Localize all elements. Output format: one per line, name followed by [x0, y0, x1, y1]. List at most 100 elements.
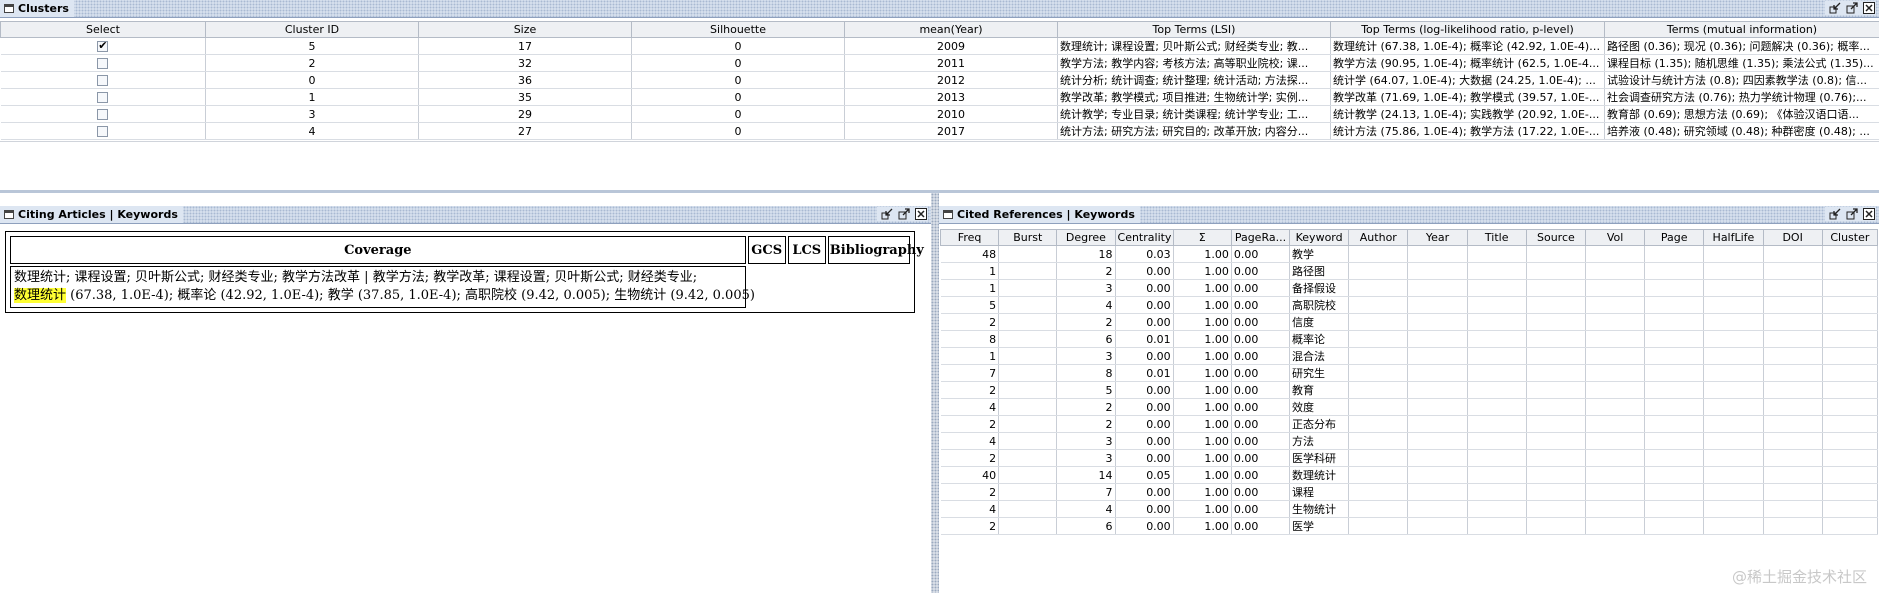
table-row[interactable]: 1 3 0.00 1.00 0.00 混合法	[940, 347, 1879, 365]
cluster-mi: 社会调查研究方法 (0.76); 热力学统计物理 (0.76);...	[1604, 88, 1879, 106]
pagerank-cell: 0.00	[1231, 466, 1291, 484]
freq-cell: 1	[940, 279, 1000, 297]
sigma-cell: 1.00	[1173, 432, 1232, 450]
table-row[interactable]: 1 3 0.00 1.00 0.00 备择假设	[940, 279, 1879, 297]
cluster-row[interactable]: 2 32 0 2011 教学方法; 教学内容; 考核方法; 高等职业院校; 课.…	[0, 54, 1879, 72]
horizontal-splitter[interactable]	[0, 190, 1879, 193]
citing-titlebar[interactable]: Citing Articles | Keywords	[0, 206, 931, 224]
col-gcs[interactable]: GCS	[747, 236, 786, 264]
col-mean-year[interactable]: mean(Year)	[844, 21, 1058, 38]
close-icon[interactable]	[1862, 1, 1876, 15]
col-coverage[interactable]: Coverage	[10, 236, 746, 264]
cluster-row[interactable]: 4 27 0 2017 统计方法; 研究方法; 研究目的; 改革开放; 内容分.…	[0, 122, 1879, 140]
cited-titlebar[interactable]: Cited References | Keywords	[939, 206, 1879, 224]
table-row[interactable]: 2 7 0.00 1.00 0.00 课程	[940, 483, 1879, 501]
keyword-cell: 路径图	[1289, 262, 1350, 280]
select-checkbox[interactable]	[97, 75, 109, 86]
halflife-cell	[1703, 432, 1764, 450]
undock-icon[interactable]	[897, 207, 911, 221]
table-row[interactable]: 48 18 0.03 1.00 0.00 教学	[940, 245, 1879, 263]
halflife-cell	[1703, 364, 1764, 382]
col-size[interactable]: Size	[418, 21, 632, 38]
source-cell	[1526, 432, 1586, 450]
select-cell[interactable]	[0, 54, 206, 72]
sigma-cell: 1.00	[1173, 415, 1232, 433]
table-row[interactable]: 4 2 0.00 1.00 0.00 效度	[940, 398, 1879, 416]
col-cluster-id[interactable]: Cluster ID	[205, 21, 419, 38]
undock-icon[interactable]	[1845, 207, 1859, 221]
close-icon[interactable]	[914, 207, 928, 221]
cluster-id: 2	[205, 54, 419, 72]
col-burst[interactable]: Burst	[998, 229, 1058, 246]
dock-icon[interactable]	[1828, 1, 1842, 15]
table-row[interactable]: 4 3 0.00 1.00 0.00 方法	[940, 432, 1879, 450]
col-pagerank[interactable]: PageRa...	[1230, 229, 1291, 246]
table-row[interactable]: 2 6 0.00 1.00 0.00 医学	[940, 517, 1879, 535]
col-cluster[interactable]: Cluster	[1821, 229, 1879, 246]
dock-icon[interactable]	[1828, 207, 1842, 221]
vertical-splitter[interactable]	[931, 193, 939, 593]
col-title[interactable]: Title	[1466, 229, 1527, 246]
cluster-row[interactable]: 0 36 0 2012 统计分析; 统计调查; 统计整理; 统计活动; 方法探.…	[0, 71, 1879, 89]
select-checkbox[interactable]	[97, 39, 109, 52]
clusters-titlebar[interactable]: Clusters	[0, 0, 1879, 18]
doi-cell	[1763, 398, 1823, 416]
col-select[interactable]: Select	[0, 21, 206, 38]
source-cell	[1526, 500, 1586, 518]
col-freq[interactable]: Freq	[939, 229, 1000, 246]
table-row[interactable]: 2 2 0.00 1.00 0.00 信度	[940, 313, 1879, 331]
select-cell[interactable]	[0, 37, 206, 55]
col-silhouette[interactable]: Silhouette	[631, 21, 845, 38]
col-doi[interactable]: DOI	[1762, 229, 1823, 246]
table-row[interactable]: 8 6 0.01 1.00 0.00 概率论	[940, 330, 1879, 348]
select-cell[interactable]	[0, 88, 206, 106]
col-year[interactable]: Year	[1407, 229, 1468, 246]
close-icon[interactable]	[1862, 207, 1876, 221]
cluster-row[interactable]: 5 17 0 2009 数理统计; 课程设置; 贝叶斯公式; 财经类专业; 教.…	[0, 37, 1879, 55]
burst-cell	[998, 381, 1058, 399]
col-source[interactable]: Source	[1525, 229, 1586, 246]
table-row[interactable]: 40 14 0.05 1.00 0.00 数理统计	[940, 466, 1879, 484]
cluster-llr: 教学方法 (90.95, 1.0E-4); 概率统计 (62.5, 1.0E-4…	[1330, 54, 1605, 72]
table-row[interactable]: 4 4 0.00 1.00 0.00 生物统计	[940, 500, 1879, 518]
col-degree[interactable]: Degree	[1056, 229, 1116, 246]
dock-icon[interactable]	[880, 207, 894, 221]
table-row[interactable]: 5 4 0.00 1.00 0.00 高职院校	[940, 296, 1879, 314]
col-keyword[interactable]: Keyword	[1289, 229, 1350, 246]
table-row[interactable]: 1 2 0.00 1.00 0.00 路径图	[940, 262, 1879, 280]
select-cell[interactable]	[0, 122, 206, 140]
select-checkbox[interactable]	[97, 58, 109, 69]
col-terms-mi[interactable]: Terms (mutual information)	[1604, 21, 1879, 38]
undock-icon[interactable]	[1845, 1, 1859, 15]
select-checkbox[interactable]	[97, 126, 109, 137]
keyword-cell: 研究生	[1289, 364, 1350, 382]
select-cell[interactable]	[0, 71, 206, 89]
select-checkbox[interactable]	[97, 109, 109, 120]
table-row[interactable]: 2 2 0.00 1.00 0.00 正态分布	[940, 415, 1879, 433]
col-top-terms-llr[interactable]: Top Terms (log-likelihood ratio, p-level…	[1330, 21, 1605, 38]
centrality-cell: 0.00	[1115, 279, 1174, 297]
citing-row[interactable]: 数理统计; 课程设置; 贝叶斯公式; 财经类专业; 教学方法改革 | 教学方法;…	[10, 266, 910, 308]
col-centrality[interactable]: Centrality	[1114, 229, 1174, 246]
table-row[interactable]: 7 8 0.01 1.00 0.00 研究生	[940, 364, 1879, 382]
col-sigma[interactable]: Σ	[1172, 229, 1232, 246]
select-checkbox[interactable]	[97, 92, 109, 103]
cluster-year: 2013	[844, 88, 1058, 106]
cluster-row[interactable]: 3 29 0 2010 统计教学; 专业目录; 统计类课程; 统计学专业; 工.…	[0, 105, 1879, 123]
table-row[interactable]: 2 3 0.00 1.00 0.00 医学科研	[940, 449, 1879, 467]
centrality-cell: 0.00	[1115, 415, 1174, 433]
degree-cell: 2	[1056, 415, 1116, 433]
select-cell[interactable]	[0, 105, 206, 123]
col-top-terms-lsi[interactable]: Top Terms (LSI)	[1057, 21, 1331, 38]
col-lcs[interactable]: LCS	[787, 236, 826, 264]
degree-cell: 2	[1056, 313, 1116, 331]
doi-cell	[1763, 500, 1823, 518]
table-row[interactable]: 2 5 0.00 1.00 0.00 教育	[940, 381, 1879, 399]
col-halflife[interactable]: HalfLife	[1703, 229, 1764, 246]
col-page[interactable]: Page	[1644, 229, 1705, 246]
col-bibliography[interactable]: Bibliography	[827, 236, 924, 264]
col-vol[interactable]: Vol	[1584, 229, 1646, 246]
vol-cell	[1585, 262, 1646, 280]
cluster-row[interactable]: 1 35 0 2013 教学改革; 教学模式; 项目推进; 生物统计学; 实例.…	[0, 88, 1879, 106]
col-author[interactable]: Author	[1348, 229, 1409, 246]
